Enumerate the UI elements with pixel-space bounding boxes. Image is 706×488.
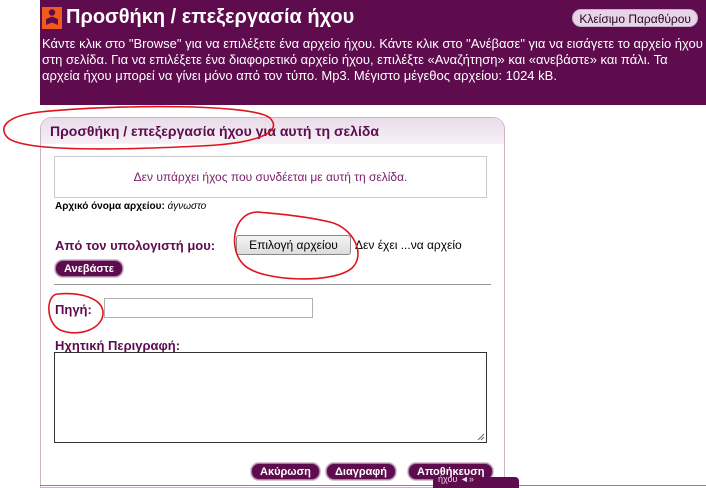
sound-panel: Προσθήκη / επεξεργασία ήχου για αυτή τη …	[40, 117, 505, 488]
audio-description-textarea[interactable]	[54, 352, 487, 443]
bottom-border	[40, 485, 706, 486]
partial-tab-text: ήχου ◄»	[438, 474, 474, 484]
panel-title: Προσθήκη / επεξεργασία ήχου για αυτή τη …	[50, 123, 379, 139]
original-filename-row: Αρχικό όνομα αρχείου: άγνωστο	[55, 201, 206, 212]
panel-header: Προσθήκη / επεξεργασία ήχου για αυτή τη …	[41, 118, 504, 144]
delete-button[interactable]: Διαγραφή	[326, 463, 396, 480]
close-window-button[interactable]: Κλείσιμο Παραθύρου	[572, 9, 698, 27]
original-filename-value: άγνωστο	[167, 201, 207, 212]
dialog-title: Προσθήκη / επεξεργασία ήχου	[66, 6, 355, 28]
resize-grip-icon[interactable]	[477, 433, 485, 441]
divider	[54, 284, 491, 285]
dialog-window: Προσθήκη / επεξεργασία ήχου Κλείσιμο Παρ…	[0, 0, 706, 488]
instructions-text: Κάντε κλικ στο "Browse" για να επιλέξετε…	[42, 36, 703, 83]
source-input[interactable]	[104, 298, 313, 318]
choose-file-button[interactable]: Επιλογή αρχείου	[236, 235, 351, 255]
original-filename-label: Αρχικό όνομα αρχείου:	[55, 201, 165, 212]
from-computer-label: Από τον υπολογιστή μου:	[55, 238, 216, 253]
no-sound-message: Δεν υπάρχει ήχος που συνδέεται με αυτή τ…	[54, 156, 487, 198]
logo-icon	[42, 7, 62, 29]
dialog-header: Προσθήκη / επεξεργασία ήχου Κλείσιμο Παρ…	[40, 0, 706, 105]
source-label: Πηγή:	[55, 302, 92, 317]
audio-description-label: Ηχητική Περιγραφή:	[55, 338, 181, 353]
no-file-chosen-text: Δεν έχει ...να αρχείο	[355, 238, 462, 252]
cancel-button[interactable]: Ακύρωση	[251, 463, 320, 480]
upload-button[interactable]: Ανεβάστε	[55, 260, 124, 277]
